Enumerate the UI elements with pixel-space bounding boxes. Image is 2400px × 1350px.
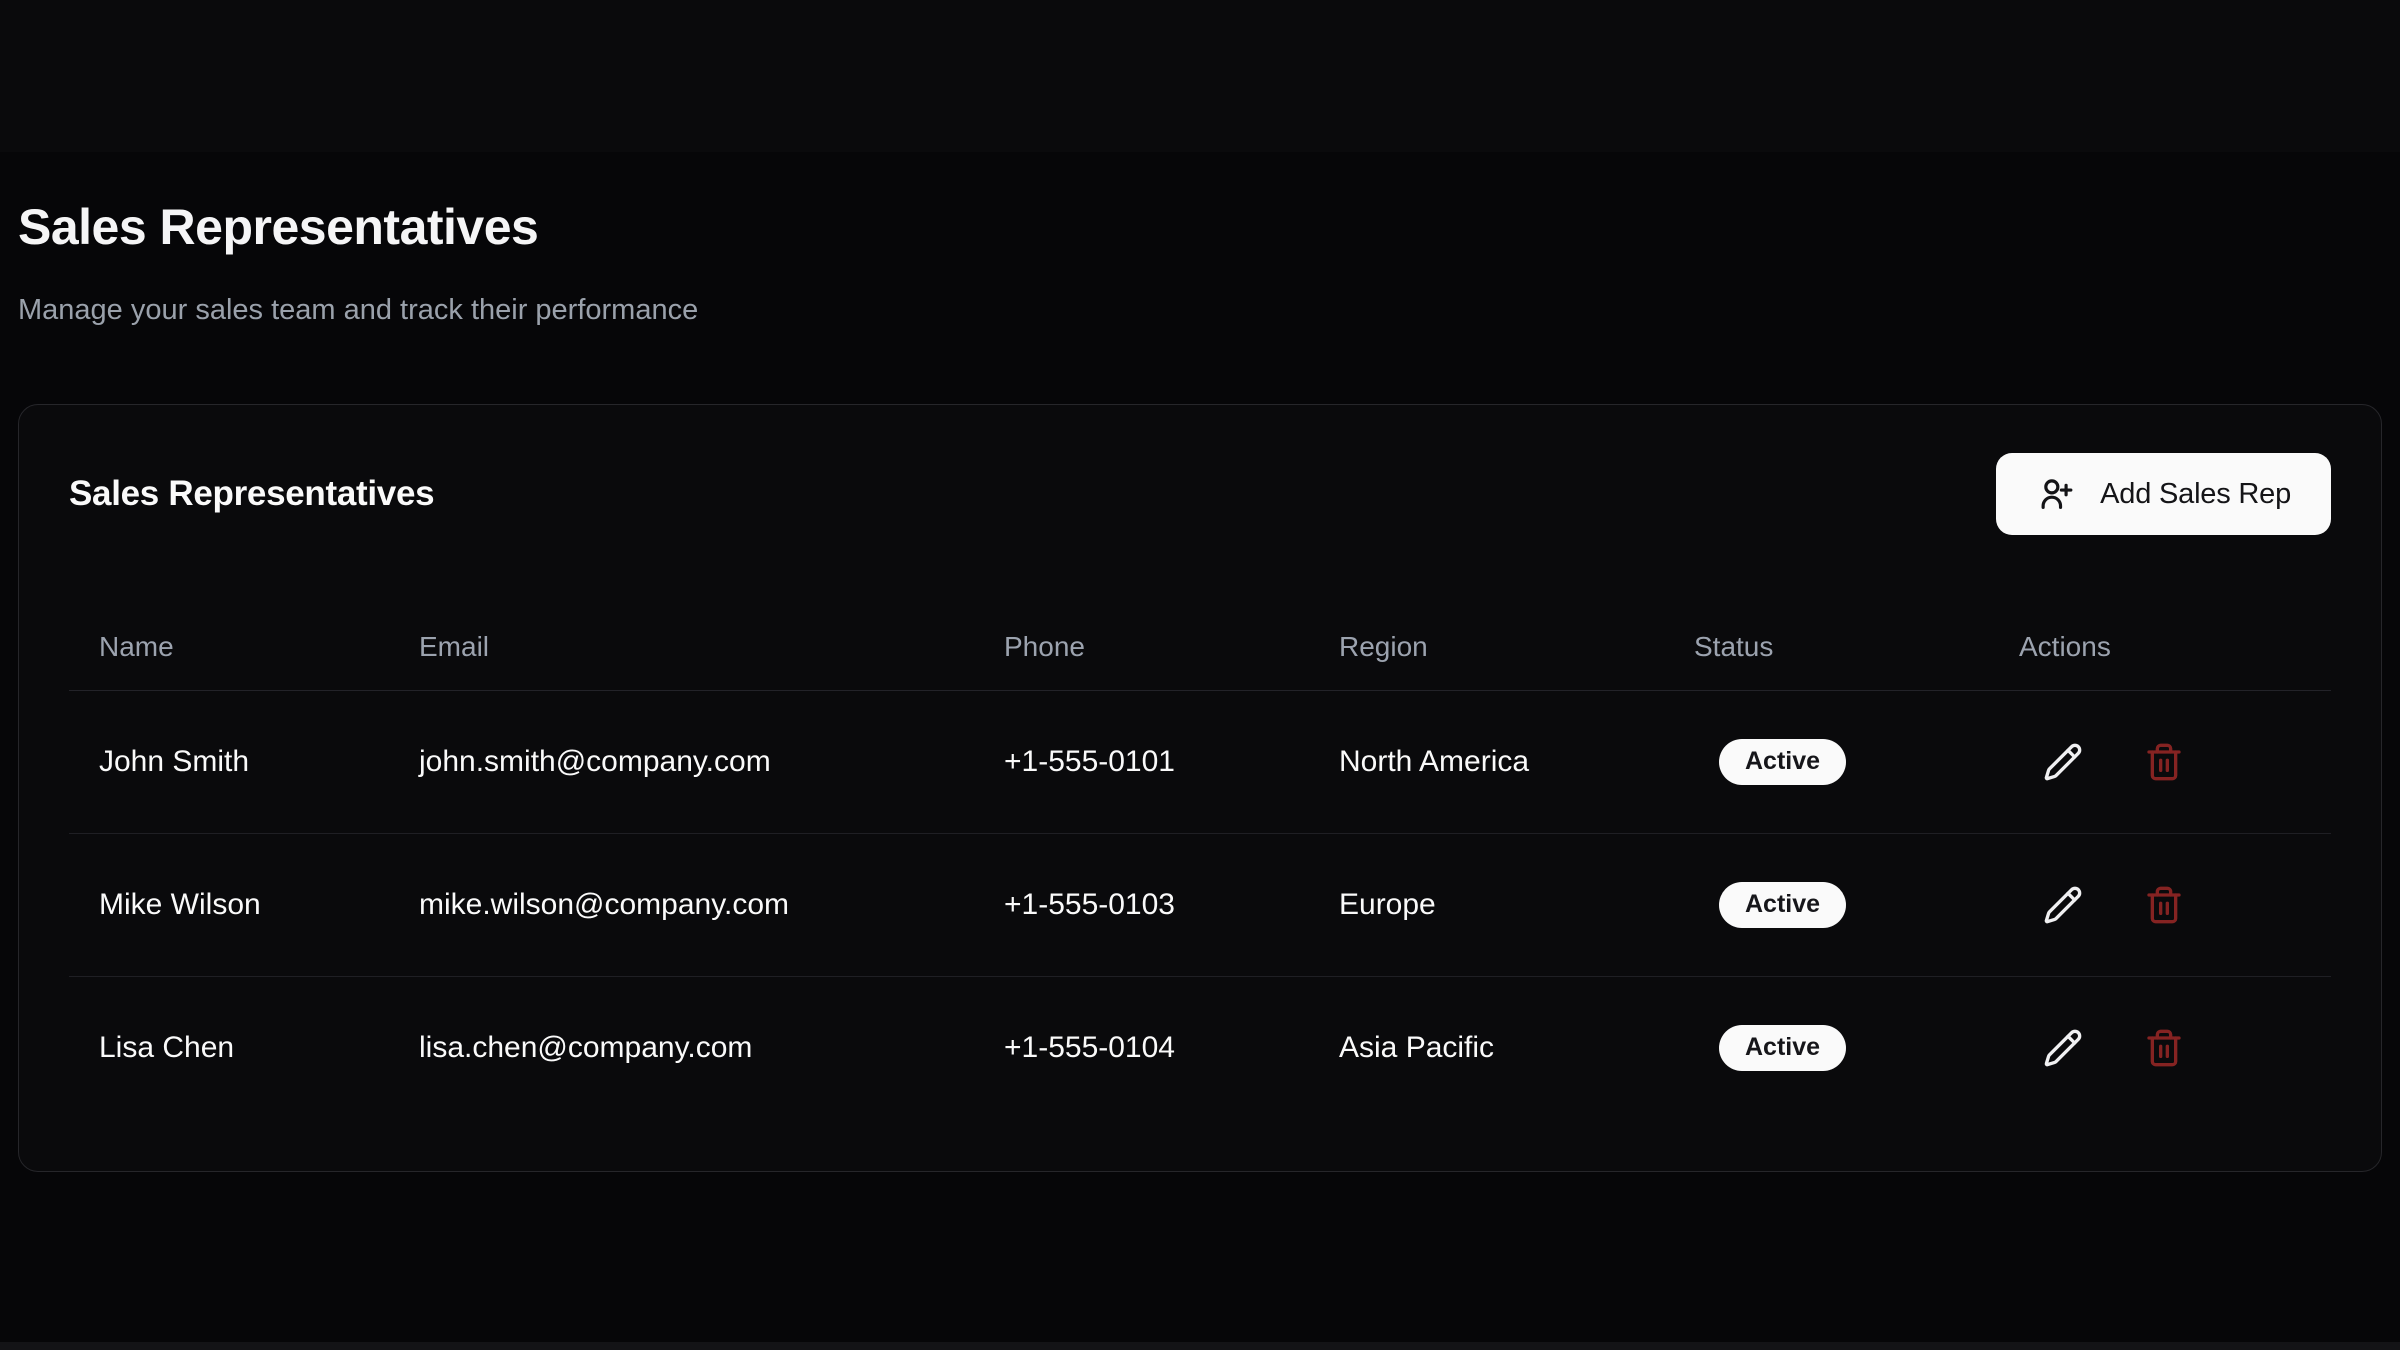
column-header-email: Email xyxy=(389,604,974,690)
trash-icon xyxy=(2144,1028,2184,1068)
rep-status-cell: Active xyxy=(1664,690,1989,833)
table-header-row: Name Email Phone Region Status Actions xyxy=(69,604,2331,690)
add-sales-rep-label: Add Sales Rep xyxy=(2100,478,2291,511)
rep-region: North America xyxy=(1309,690,1664,833)
table-row: Lisa Chen lisa.chen@company.com +1-555-0… xyxy=(69,976,2331,1119)
rep-email: lisa.chen@company.com xyxy=(389,976,974,1119)
rep-actions-cell xyxy=(1989,833,2331,976)
bottom-edge-bar xyxy=(0,1342,2400,1350)
column-header-actions: Actions xyxy=(1989,604,2331,690)
edit-button[interactable] xyxy=(2041,740,2085,784)
rep-region: Asia Pacific xyxy=(1309,976,1664,1119)
rep-phone: +1-555-0101 xyxy=(974,690,1309,833)
rep-email: john.smith@company.com xyxy=(389,690,974,833)
rep-status-cell: Active xyxy=(1664,976,1989,1119)
rep-actions-cell xyxy=(1989,976,2331,1119)
rep-phone: +1-555-0104 xyxy=(974,976,1309,1119)
pencil-icon xyxy=(2043,885,2083,925)
column-header-name: Name xyxy=(69,604,389,690)
rep-name: John Smith xyxy=(69,690,389,833)
sales-reps-card: Sales Representatives Add Sales Rep xyxy=(18,404,2382,1172)
rep-phone: +1-555-0103 xyxy=(974,833,1309,976)
page-subtitle: Manage your sales team and track their p… xyxy=(18,292,2382,328)
page-title: Sales Representatives xyxy=(18,0,2382,256)
column-header-region: Region xyxy=(1309,604,1664,690)
column-header-phone: Phone xyxy=(974,604,1309,690)
delete-button[interactable] xyxy=(2142,740,2186,784)
sales-reps-table: Name Email Phone Region Status Actions J… xyxy=(69,604,2331,1119)
user-plus-icon xyxy=(2036,475,2074,513)
status-badge: Active xyxy=(1719,1025,1846,1071)
pencil-icon xyxy=(2043,742,2083,782)
rep-name: Mike Wilson xyxy=(69,833,389,976)
card-title: Sales Representatives xyxy=(69,474,434,514)
table-row: Mike Wilson mike.wilson@company.com +1-5… xyxy=(69,833,2331,976)
trash-icon xyxy=(2144,885,2184,925)
pencil-icon xyxy=(2043,1028,2083,1068)
rep-actions-cell xyxy=(1989,690,2331,833)
main-content: Sales Representatives Manage your sales … xyxy=(0,0,2400,1172)
status-badge: Active xyxy=(1719,882,1846,928)
delete-button[interactable] xyxy=(2142,1026,2186,1070)
rep-name: Lisa Chen xyxy=(69,976,389,1119)
delete-button[interactable] xyxy=(2142,883,2186,927)
table-row: John Smith john.smith@company.com +1-555… xyxy=(69,690,2331,833)
edit-button[interactable] xyxy=(2041,883,2085,927)
status-badge: Active xyxy=(1719,739,1846,785)
card-header: Sales Representatives Add Sales Rep xyxy=(69,451,2331,537)
rep-email: mike.wilson@company.com xyxy=(389,833,974,976)
edit-button[interactable] xyxy=(2041,1026,2085,1070)
add-sales-rep-button[interactable]: Add Sales Rep xyxy=(1996,453,2331,535)
column-header-status: Status xyxy=(1664,604,1989,690)
rep-status-cell: Active xyxy=(1664,833,1989,976)
trash-icon xyxy=(2144,742,2184,782)
rep-region: Europe xyxy=(1309,833,1664,976)
